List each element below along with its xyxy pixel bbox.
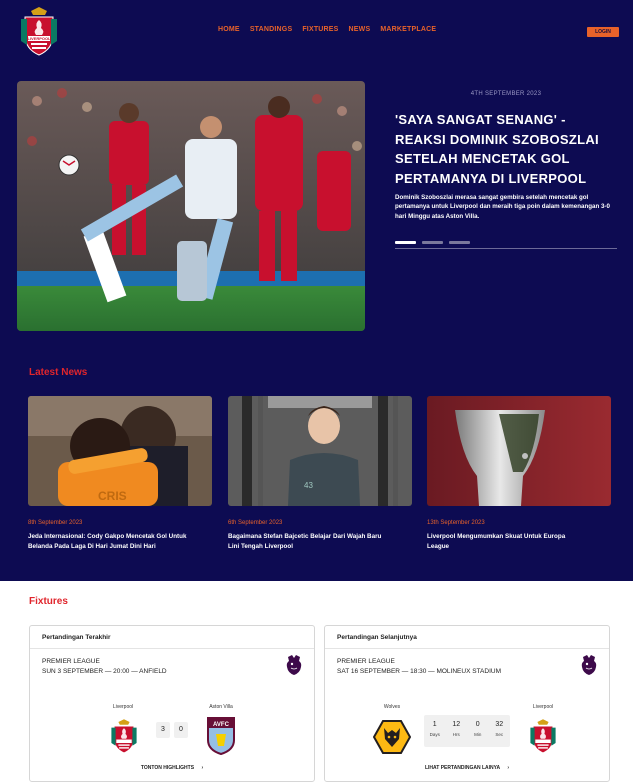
liverpool-crest-icon — [529, 716, 557, 756]
hero-description: Dominik Szoboszlai merasa sangat gembira… — [395, 194, 610, 220]
main-nav: HOME STANDINGS FIXTURES NEWS MARKETPLACE — [218, 26, 436, 33]
competition-name: PREMIER LEAGUE — [337, 658, 395, 665]
news-image-bajcetic[interactable]: 43 — [228, 396, 412, 506]
nav-fixtures[interactable]: FIXTURES — [302, 26, 338, 33]
liverpool-crest-icon[interactable]: LIVERPOOL — [19, 5, 59, 57]
login-button[interactable]: LOGIN — [587, 27, 619, 37]
liverpool-crest-icon — [110, 716, 138, 756]
see-other-matches-label[interactable]: LIHAT PERTANDINGAN LAINYA — [425, 765, 500, 771]
card-divider — [30, 648, 314, 649]
news-image-gakpo[interactable]: CRIS — [28, 396, 212, 506]
wolves-crest-icon — [373, 720, 411, 754]
news-date: 8th September 2023 — [28, 520, 83, 526]
chevron-right-icon: › — [507, 765, 510, 771]
nav-news[interactable]: NEWS — [349, 26, 371, 33]
competition-name: PREMIER LEAGUE — [42, 658, 100, 665]
fixtures-title: Fixtures — [29, 596, 68, 607]
villa-crest-text: AVFC — [213, 722, 230, 728]
nav-marketplace[interactable]: MARKETPLACE — [380, 26, 436, 33]
countdown-hours: 12 Hrs — [446, 715, 468, 747]
slider-dot-1[interactable] — [395, 241, 416, 244]
last-match-heading: Pertandingan Terakhir — [42, 634, 111, 641]
countdown-days: 1 Days — [424, 715, 446, 747]
news-date: 6th September 2023 — [228, 520, 283, 526]
countdown-timer: 1 Days 12 Hrs 0 Min 32 Sec — [424, 715, 510, 747]
chevron-right-icon: › — [201, 765, 204, 771]
match-info: SUN 3 SEPTEMBER — 20:00 — ANFIELD — [42, 668, 167, 675]
home-score: 3 — [156, 722, 170, 738]
slider-dot-2[interactable] — [422, 241, 443, 244]
away-score: 0 — [174, 722, 188, 738]
news-headline[interactable]: Liverpool Mengumumkan Skuat Untuk Europa… — [427, 532, 587, 551]
competition-info: PREMIER LEAGUE SAT 16 SEPTEMBER — 18:30 … — [337, 657, 501, 677]
next-match-heading: Pertandingan Selanjutnya — [337, 634, 417, 641]
home-team-name: Wolves — [383, 704, 401, 710]
countdown-value: 12 — [452, 721, 461, 728]
home-team-name: Liverpool — [112, 704, 134, 710]
card-divider — [325, 648, 609, 649]
news-headline[interactable]: Jeda Internasional: Cody Gakpo Mencetak … — [28, 532, 188, 551]
competition-info: PREMIER LEAGUE SUN 3 SEPTEMBER — 20:00 —… — [42, 657, 167, 677]
countdown-label: Sec — [495, 732, 504, 737]
hero-image[interactable] — [17, 81, 365, 331]
nav-standings[interactable]: STANDINGS — [250, 26, 293, 33]
news-card[interactable]: 43 6th September 2023 Bagaimana Stefan B… — [228, 396, 412, 551]
news-card[interactable]: CRIS 8th September 2023 Jeda Internasion… — [28, 396, 212, 551]
countdown-label: Hrs — [452, 732, 460, 737]
match-info: SAT 16 SEPTEMBER — 18:30 — MOLINEUX STAD… — [337, 668, 501, 675]
slider-dots — [395, 241, 470, 244]
away-team-name: Liverpool — [532, 704, 554, 710]
news-image-europa-league[interactable] — [427, 396, 611, 506]
news-card[interactable]: 13th September 2023 Liverpool Mengumumka… — [427, 396, 611, 551]
next-match-card: Pertandingan Selanjutnya PREMIER LEAGUE … — [324, 625, 610, 782]
news-date: 13th September 2023 — [427, 520, 485, 526]
svg-text:43: 43 — [304, 481, 313, 490]
hero-title[interactable]: 'SAYA SANGAT SENANG' - REAKSI DOMINIK SZ… — [395, 110, 620, 188]
aston-villa-crest-icon: AVFC — [207, 717, 235, 756]
countdown-label: Min — [474, 732, 482, 737]
slider-dot-3[interactable] — [449, 241, 470, 244]
see-other-matches-link[interactable]: LIHAT PERTANDINGAN LAINYA › — [325, 765, 609, 771]
nav-home[interactable]: HOME — [218, 26, 240, 33]
countdown-value: 0 — [475, 721, 480, 728]
away-team-name: Aston Villa — [209, 704, 233, 710]
countdown-label: Days — [429, 732, 440, 737]
watch-highlights-link[interactable]: TONTON HIGHLIGHTS › — [30, 765, 314, 771]
watch-highlights-label[interactable]: TONTON HIGHLIGHTS — [141, 765, 194, 771]
latest-news-title: Latest News — [29, 367, 88, 378]
last-match-card: Pertandingan Terakhir PREMIER LEAGUE SUN… — [29, 625, 315, 782]
premier-league-icon — [579, 654, 599, 676]
countdown-value: 32 — [495, 721, 504, 728]
news-headline[interactable]: Bagaimana Stefan Bajcetic Belajar Dari W… — [228, 532, 388, 551]
hero-divider — [395, 248, 617, 249]
countdown-value: 1 — [432, 721, 437, 728]
countdown-seconds: 32 Sec — [489, 715, 511, 747]
svg-text:CRIS: CRIS — [98, 489, 127, 503]
premier-league-icon — [284, 654, 304, 676]
countdown-minutes: 0 Min — [467, 715, 489, 747]
crest-text: LIVERPOOL — [27, 36, 51, 41]
hero-date: 4TH SEPTEMBER 2023 — [470, 91, 542, 97]
